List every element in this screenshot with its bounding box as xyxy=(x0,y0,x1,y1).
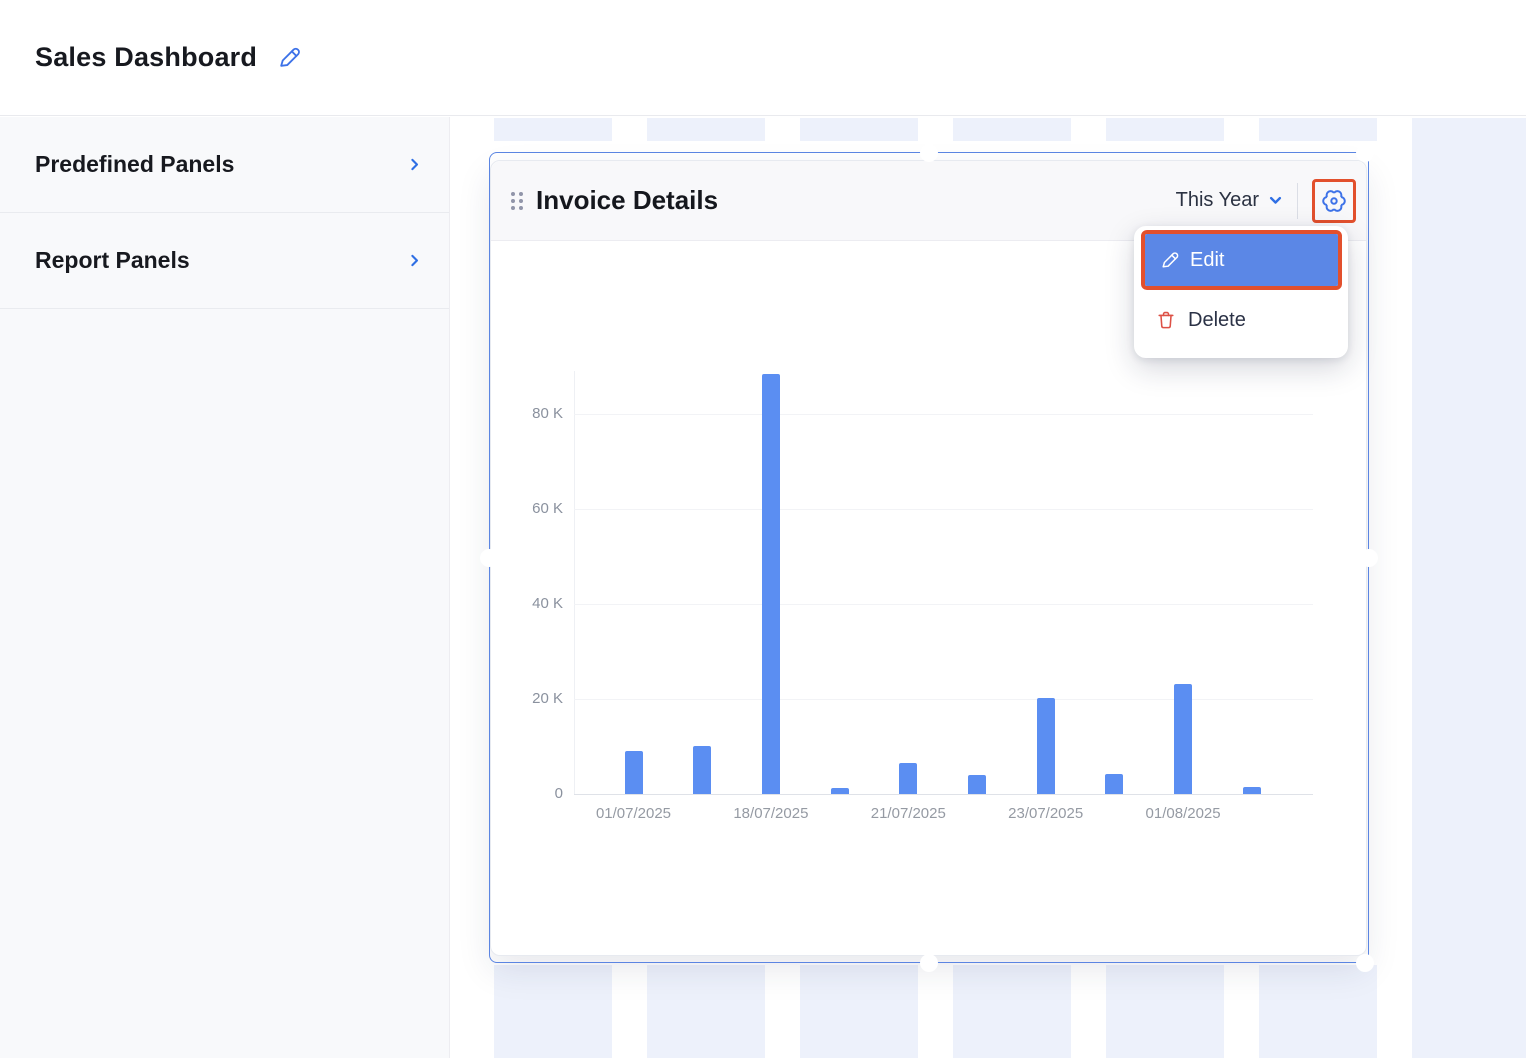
chevron-right-icon xyxy=(406,252,423,269)
y-tick-label: 60 K xyxy=(491,499,563,519)
grid-column-strips-top xyxy=(494,118,1526,141)
bar xyxy=(1243,787,1261,794)
x-tick-label: 01/08/2025 xyxy=(1118,805,1248,822)
resize-handle-bottom-right[interactable] xyxy=(1356,954,1374,972)
bar xyxy=(831,788,849,794)
y-tick-label: 0 xyxy=(491,784,563,804)
menu-item-delete[interactable]: Delete xyxy=(1134,290,1348,350)
menu-item-edit[interactable]: Edit xyxy=(1145,234,1338,286)
bar xyxy=(693,746,711,794)
pencil-icon xyxy=(1159,250,1180,271)
menu-item-label: Delete xyxy=(1188,309,1246,332)
sidebar-item-predefined-panels[interactable]: Predefined Panels xyxy=(0,117,449,213)
sidebar-item-label: Predefined Panels xyxy=(35,151,234,178)
gridline xyxy=(574,699,1313,700)
x-tick-label: 21/07/2025 xyxy=(843,805,973,822)
annotation-box-edit: Edit xyxy=(1141,230,1342,290)
sidebar-item-label: Report Panels xyxy=(35,247,190,274)
bar xyxy=(968,775,986,794)
bar xyxy=(1037,698,1055,794)
rename-dashboard-button[interactable] xyxy=(276,45,302,71)
x-tick-label: 01/07/2025 xyxy=(569,805,699,822)
page-title: Sales Dashboard xyxy=(35,42,257,73)
bar xyxy=(625,751,643,794)
resize-handle-right[interactable] xyxy=(1360,549,1378,567)
y-axis-line xyxy=(574,371,575,794)
bar xyxy=(899,763,917,794)
edit-pencil-icon xyxy=(276,45,302,71)
resize-handle-top[interactable] xyxy=(920,144,938,162)
gridline xyxy=(574,414,1313,415)
grid-column-strip-right xyxy=(1412,118,1526,1058)
gridline xyxy=(574,509,1313,510)
y-tick-label: 80 K xyxy=(491,404,563,424)
resize-handle-top-right[interactable] xyxy=(1356,144,1374,162)
gridline xyxy=(574,604,1313,605)
screen: Sales Dashboard Predefined Panels Report… xyxy=(0,0,1526,1058)
resize-handle-bottom[interactable] xyxy=(920,954,938,972)
resize-handle-left[interactable] xyxy=(480,549,498,567)
x-tick-label: 23/07/2025 xyxy=(981,805,1111,822)
panel-context-menu: Edit Delete xyxy=(1134,226,1348,358)
grid-column-strips-bottom xyxy=(494,965,1526,1058)
chevron-right-icon xyxy=(406,156,423,173)
sidebar-item-report-panels[interactable]: Report Panels xyxy=(0,213,449,309)
sidebar: Predefined Panels Report Panels xyxy=(0,117,450,1058)
bar xyxy=(1105,774,1123,794)
trash-icon xyxy=(1155,309,1177,331)
bar xyxy=(1174,684,1192,794)
y-tick-label: 40 K xyxy=(491,594,563,614)
page-header: Sales Dashboard xyxy=(0,0,1526,116)
gridline xyxy=(574,794,1313,795)
x-tick-label: 18/07/2025 xyxy=(706,805,836,822)
bar xyxy=(762,374,780,794)
menu-item-label: Edit xyxy=(1190,249,1224,272)
y-tick-label: 20 K xyxy=(491,689,563,709)
